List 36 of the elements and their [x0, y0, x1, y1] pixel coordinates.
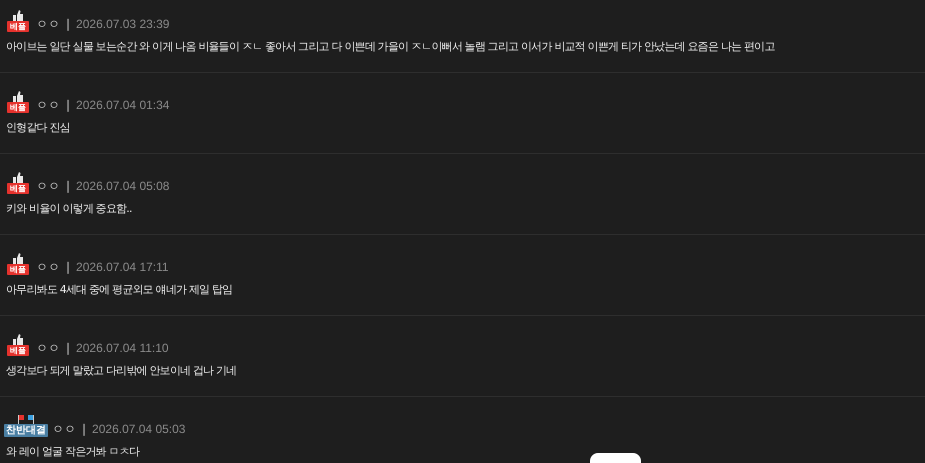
comment-date: 2026.07.04 01:34	[76, 97, 170, 113]
separator: |	[66, 97, 70, 113]
badge-label: 베플	[7, 183, 29, 194]
author-name: ㅇㅇ	[36, 259, 60, 275]
badge-label: 베플	[7, 345, 29, 356]
separator: |	[66, 178, 70, 194]
flags-icon	[17, 415, 35, 424]
badge-label: 베플	[7, 102, 29, 113]
author-name: ㅇㅇ	[52, 421, 76, 437]
separator: |	[82, 421, 86, 437]
badge-label: 베플	[7, 21, 29, 32]
comment-date: 2026.07.04 11:10	[76, 340, 169, 356]
thumbs-up-icon	[12, 334, 24, 345]
comment-text: 아무리봐도 4세대 중에 평균외모 얘네가 제일 탑임	[6, 282, 232, 298]
comment-text: 생각보다 되게 말랐고 다리밖에 안보이네 겁나 기네	[6, 363, 236, 379]
comment-text: 와 레이 얼굴 작은거봐 ㅁㅊ다	[6, 444, 140, 460]
thumbs-up-icon	[12, 253, 24, 264]
author-name: ㅇㅇ	[36, 340, 60, 356]
badge-label: 베플	[7, 264, 29, 275]
comment-date: 2026.07.04 17:11	[76, 259, 169, 275]
comment-date: 2026.07.03 23:39	[76, 16, 170, 32]
comment-date: 2026.07.04 05:03	[92, 421, 186, 437]
badge-label: 찬반대결	[4, 424, 48, 437]
author-name: ㅇㅇ	[36, 16, 60, 32]
thumbs-up-icon	[12, 10, 24, 21]
author-name: ㅇㅇ	[36, 178, 60, 194]
thumbs-up-icon	[12, 91, 24, 102]
comment-text: 키와 비율이 이렇게 중요함..	[6, 201, 132, 217]
separator: |	[66, 259, 70, 275]
comment-date: 2026.07.04 05:08	[76, 178, 170, 194]
author-name: ㅇㅇ	[36, 97, 60, 113]
thumbs-up-icon	[12, 172, 24, 183]
separator: |	[66, 340, 70, 356]
separator: |	[66, 16, 70, 32]
comment-text: 아이브는 일단 실물 보는순간 와 이게 나옴 비율들이 ㅈㄴ 좋아서 그리고 다 이쁜데 가을이 ㅈㄴ이뻐서 놀램 그리고 이서가 비교적 이쁜게 티가 안났는데 요즘은 나는 편이고	[6, 39, 775, 55]
comment-text: 인형같다 진심	[6, 120, 70, 136]
